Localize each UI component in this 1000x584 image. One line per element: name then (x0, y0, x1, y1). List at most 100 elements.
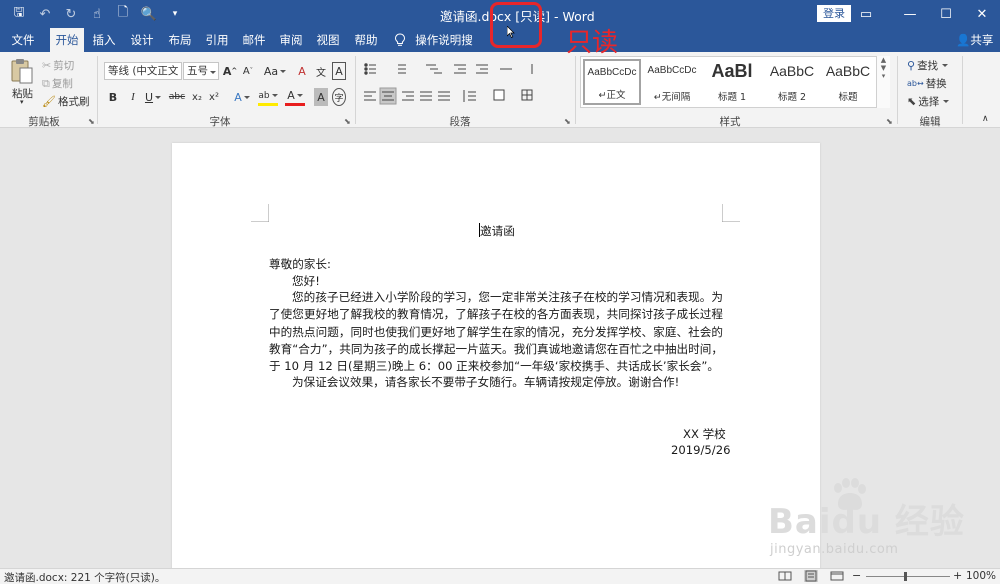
undo-icon[interactable]: ↶ (34, 4, 56, 24)
body-paragraph: 您的孩子已经进入小学阶段的学习，您一定非常关注孩子在校的学习情况和表现。为了使您… (269, 290, 723, 374)
style-no-spacing[interactable]: AaBbCcDc ↵无间隔 (643, 59, 701, 105)
underline-button[interactable]: U (144, 88, 162, 106)
ribbon-display-options-icon[interactable]: ▭ (848, 0, 884, 28)
replace-button[interactable]: ab↔ 替换 (907, 76, 947, 91)
collapse-ribbon-icon[interactable]: ∧ (982, 114, 989, 124)
styles-scrollbar[interactable]: ▲ ▼ ▾ (876, 56, 890, 108)
print-preview-icon[interactable]: 🔍 (138, 4, 160, 24)
close-button[interactable]: ✕ (964, 0, 1000, 28)
style-name: 标题 1 (717, 92, 747, 103)
italic-button[interactable]: I (126, 88, 140, 106)
tab-references[interactable]: 引用 (203, 28, 231, 52)
character-shading-button[interactable]: A (314, 88, 328, 106)
tab-home[interactable]: 开始 (50, 28, 84, 52)
chevron-down-icon (271, 94, 278, 97)
style-normal[interactable]: AaBbCcDc ↵正文 (583, 59, 641, 105)
paragraph-launcher-icon[interactable]: ⬊ (564, 117, 571, 126)
scissors-icon: ✂ (42, 59, 52, 72)
body-paragraph-2: 为保证会议效果，请各家长不要带子女随行。车辆请按规定停放。谢谢合作! (292, 375, 680, 389)
tab-review[interactable]: 审阅 (277, 28, 305, 52)
status-bar: 邀请函.docx: 221 个字符(只读)。 − + 100% (0, 568, 1000, 584)
tab-insert[interactable]: 插入 (90, 28, 118, 52)
status-word-count[interactable]: 邀请函.docx: 221 个字符(只读)。 (4, 570, 165, 584)
chevron-down-icon (243, 95, 250, 99)
font-name-select[interactable]: 等线 (中文正文 (104, 62, 182, 80)
styles-group-label: 样式 (719, 116, 741, 128)
style-name: ↵无间隔 (653, 92, 691, 103)
tab-help[interactable]: 帮助 (352, 28, 380, 52)
font-size-select[interactable]: 五号 (183, 62, 219, 80)
copy-label: 复制 (51, 78, 73, 90)
clipboard-launcher-icon[interactable]: ⬊ (88, 117, 95, 126)
underline-icon: U (144, 90, 154, 104)
zoom-slider-thumb[interactable] (904, 572, 907, 581)
text-effects-button[interactable]: A (232, 88, 252, 106)
ribbon: 粘贴 ▾ ✂ 剪切 ⧉ 复制 🖌 格式刷 剪贴板 ⬊ 等线 (中文正文 五号 A ^ A… (0, 52, 1000, 128)
group-divider (897, 56, 898, 124)
styles-gallery: AaBbCcDc ↵正文 AaBbCcDc ↵无间隔 AaBl 标题 1 AaBbC 标… (580, 56, 890, 108)
letter-date: 2019/5/26 (671, 443, 731, 457)
copy-button[interactable]: ⧉ 复制 (42, 76, 73, 91)
find-button[interactable]: ⚲ 查找 (907, 58, 949, 73)
font-color-button[interactable]: A (285, 88, 305, 106)
annotation-highlight-box (490, 2, 542, 48)
maximize-button[interactable]: ☐ (928, 0, 964, 28)
clear-formatting-button[interactable]: A (295, 62, 309, 80)
share-button[interactable]: 👤共享 (956, 28, 993, 52)
zoom-out-button[interactable]: − (852, 569, 861, 582)
tab-file[interactable]: 文件 (8, 28, 38, 52)
shrink-font-icon: A (242, 65, 250, 77)
editing-group-label: 编辑 (919, 116, 941, 128)
phonetic-guide-button[interactable]: 文 (314, 62, 328, 80)
annotation-label: 只读 (566, 28, 619, 58)
copy-icon: ⧉ (42, 76, 50, 90)
format-painter-label: 格式刷 (57, 96, 90, 108)
style-preview: AaBbC (825, 63, 871, 79)
highlight-button[interactable]: ab (258, 88, 278, 106)
new-document-icon[interactable]: 🗋 (112, 4, 134, 24)
tab-view[interactable]: 视图 (314, 28, 342, 52)
style-name: ↵正文 (598, 90, 626, 101)
chevron-down-icon (280, 69, 287, 73)
cut-button[interactable]: ✂ 剪切 (42, 58, 74, 73)
enclose-characters-button[interactable]: 字 (332, 88, 346, 106)
font-launcher-icon[interactable]: ⬊ (344, 117, 351, 126)
tell-me-search[interactable]: 操作说明搜索 (412, 28, 476, 71)
document-title: 邀请函 (480, 224, 515, 238)
change-case-button[interactable]: Aa (264, 62, 287, 80)
find-label: 查找 (917, 60, 939, 72)
save-icon[interactable]: 🖫 (8, 4, 30, 24)
read-mode-icon[interactable] (778, 570, 792, 582)
zoom-slider[interactable] (866, 576, 950, 577)
tab-design[interactable]: 设计 (128, 28, 156, 52)
select-button[interactable]: ⬉ 选择 (907, 94, 950, 109)
shrink-font-button[interactable]: Aˇ (241, 62, 255, 80)
styles-launcher-icon[interactable]: ⬊ (886, 117, 893, 126)
character-border-button[interactable]: A (332, 62, 346, 80)
strikethrough-button[interactable]: abc (168, 88, 186, 106)
subscript-button[interactable]: x₂ (190, 88, 204, 106)
print-layout-icon[interactable] (804, 570, 818, 582)
tab-layout[interactable]: 布局 (166, 28, 194, 52)
document-page[interactable]: 邀请函 尊敬的家长: 您好! 您的孩子已经进入小学阶段的学习，您一定非常关注孩子… (172, 143, 820, 568)
tab-mailings[interactable]: 邮件 (240, 28, 268, 52)
zoom-level[interactable]: 100% (966, 570, 996, 582)
style-heading-2[interactable]: AaBbC 标题 2 (763, 59, 821, 105)
paste-icon[interactable] (10, 58, 34, 86)
minimize-button[interactable]: — (892, 0, 928, 28)
touch-mode-icon[interactable]: ☝ (86, 4, 108, 24)
font-size-value: 五号 (187, 65, 208, 77)
paragraph-controls[interactable] (362, 62, 572, 112)
format-painter-button[interactable]: 🖌 格式刷 (42, 94, 89, 109)
style-heading-1[interactable]: AaBl 标题 1 (703, 59, 761, 105)
redo-icon[interactable]: ↻ (60, 4, 82, 24)
customize-qat-icon[interactable]: ▾ (164, 4, 186, 24)
superscript-button[interactable]: x² (207, 88, 221, 106)
style-title[interactable]: AaBbC 标题 (819, 59, 877, 105)
bold-button[interactable]: B (106, 88, 120, 106)
paste-dropdown[interactable]: ▾ (20, 98, 24, 106)
grow-font-button[interactable]: A ^ (223, 62, 237, 80)
zoom-in-button[interactable]: + (953, 569, 962, 582)
login-button[interactable]: 登录 (817, 5, 851, 22)
web-layout-icon[interactable] (830, 570, 844, 582)
